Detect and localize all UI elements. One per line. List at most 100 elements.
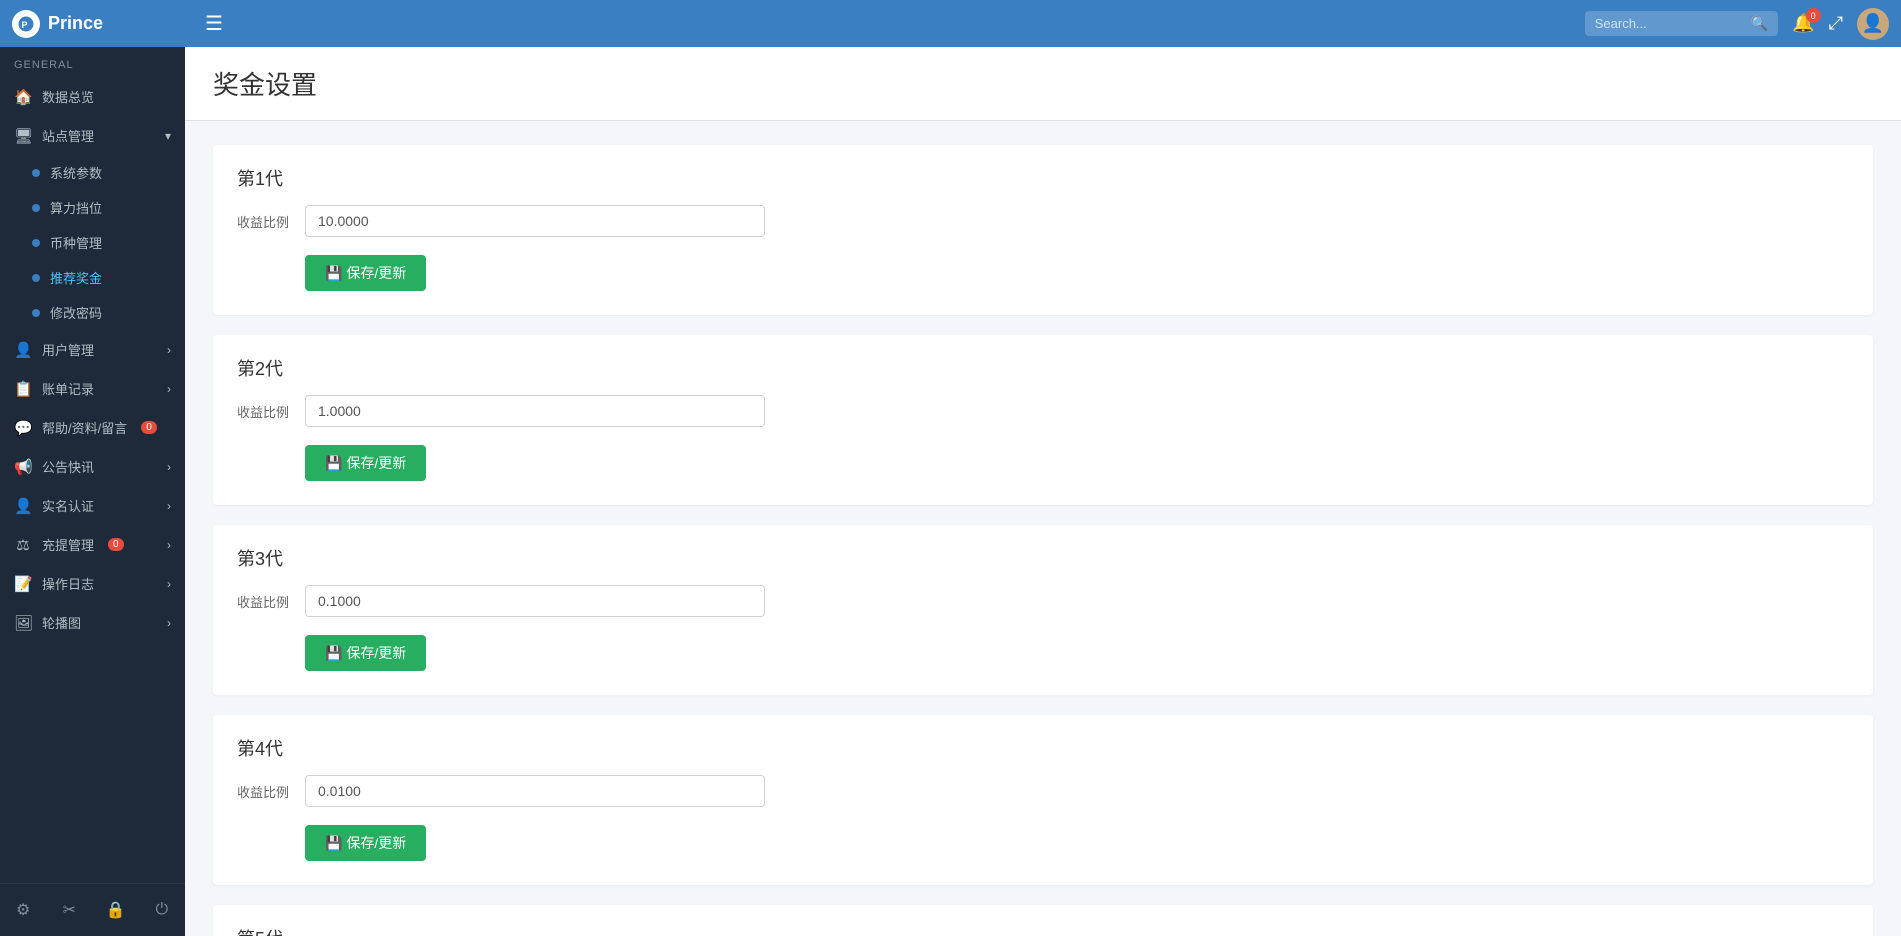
- sidebar-item-user-manage[interactable]: 👤 用户管理 ›: [0, 330, 185, 369]
- sidebar-item-overview-label: 数据总览: [42, 87, 94, 106]
- page-header: 奖金设置: [185, 47, 1901, 121]
- gen2-title: 第2代: [237, 355, 1849, 381]
- chevron-right-icon: ›: [167, 616, 171, 630]
- gen3-ratio-input[interactable]: [305, 585, 765, 617]
- lock-button[interactable]: 🔒: [93, 892, 139, 928]
- avatar[interactable]: 👤: [1857, 8, 1889, 40]
- sidebar-item-change-pwd[interactable]: 修改密码: [28, 295, 185, 330]
- sidebar-item-announcement[interactable]: 📢 公告快讯 ›: [0, 447, 185, 486]
- chevron-right-icon: ›: [167, 382, 171, 396]
- sidebar-item-real-name[interactable]: 👤 实名认证 ›: [0, 486, 185, 525]
- main-content: 奖金设置 第1代 收益比例 💾 保存/更新 第2代 收益比例 💾 保存/更新: [185, 47, 1901, 936]
- sidebar-item-account-records-label: 账单记录: [42, 379, 94, 398]
- image-icon: 🖼: [14, 614, 32, 632]
- id-icon: 👤: [14, 497, 32, 515]
- bell-button[interactable]: 🔔 0: [1792, 13, 1814, 34]
- gen4-title: 第4代: [237, 735, 1849, 761]
- sidebar-item-hashrate[interactable]: 算力挡位: [28, 190, 185, 225]
- sidebar-item-sys-params[interactable]: 系统参数: [28, 155, 185, 190]
- gen5-title: 第5代: [237, 925, 1849, 936]
- gen3-save-button[interactable]: 💾 保存/更新: [305, 635, 426, 671]
- bell-badge: 0: [1806, 8, 1821, 23]
- gen1-ratio-label: 收益比例: [237, 212, 293, 231]
- sidebar-item-referral-bonus[interactable]: 推荐奖金: [28, 260, 185, 295]
- dot-icon: [32, 309, 40, 317]
- ledger-icon: 📋: [14, 380, 32, 398]
- sidebar-item-operation-log-label: 操作日志: [42, 574, 94, 593]
- sidebar-sub-site-manage: 系统参数 算力挡位 币种管理 推荐奖金 修改密码: [0, 155, 185, 330]
- sidebar-section-label: GENERAL: [0, 47, 185, 77]
- search-icon: 🔍: [1751, 15, 1768, 32]
- dot-icon: [32, 239, 40, 247]
- chevron-right-icon: ›: [167, 538, 171, 552]
- chevron-right-icon: ›: [167, 499, 171, 513]
- sidebar-item-currency-label: 币种管理: [50, 233, 102, 252]
- gen2-ratio-label: 收益比例: [237, 402, 293, 421]
- svg-text:P: P: [22, 19, 28, 29]
- gen4-ratio-label: 收益比例: [237, 782, 293, 801]
- sidebar-item-recharge[interactable]: ⚖ 充提管理 0 ›: [0, 525, 185, 564]
- gen4-ratio-input[interactable]: [305, 775, 765, 807]
- balance-icon: ⚖: [14, 536, 32, 554]
- gen2-form-row: 收益比例: [237, 395, 1849, 427]
- tools-button[interactable]: ✂: [46, 892, 92, 928]
- sidebar-item-overview[interactable]: 🏠 数据总览: [0, 77, 185, 116]
- chat-icon: 💬: [14, 419, 32, 437]
- fullscreen-button[interactable]: ⤢: [1829, 13, 1843, 34]
- chevron-right-icon: ›: [167, 343, 171, 357]
- chevron-down-icon: ▾: [165, 129, 171, 143]
- announce-icon: 📢: [14, 458, 32, 476]
- dot-icon: [32, 274, 40, 282]
- settings-button[interactable]: ⚙: [0, 892, 46, 928]
- sidebar-item-referral-bonus-label: 推荐奖金: [50, 268, 102, 287]
- chevron-right-icon: ›: [167, 460, 171, 474]
- gen2-ratio-input[interactable]: [305, 395, 765, 427]
- sidebar-bottom: ⚙ ✂ 🔒 ⏻: [0, 883, 185, 936]
- dot-icon: [32, 204, 40, 212]
- search-input[interactable]: [1595, 16, 1745, 31]
- gen3-ratio-label: 收益比例: [237, 592, 293, 611]
- monitor-icon: 🖥: [14, 127, 32, 145]
- home-icon: 🏠: [14, 88, 32, 106]
- sidebar-item-hashrate-label: 算力挡位: [50, 198, 102, 217]
- gen1-save-button[interactable]: 💾 保存/更新: [305, 255, 426, 291]
- gen2-save-button[interactable]: 💾 保存/更新: [305, 445, 426, 481]
- page-title: 奖金设置: [213, 65, 1873, 102]
- sidebar-item-help[interactable]: 💬 帮助/资料/留言 0: [0, 408, 185, 447]
- hamburger-button[interactable]: ☰: [197, 7, 231, 40]
- recharge-badge: 0: [108, 538, 124, 551]
- gen3-form-row: 收益比例: [237, 585, 1849, 617]
- layout: GENERAL 🏠 数据总览 🖥 站点管理 ▾ 系统参数 算力挡位 币种管理: [0, 47, 1901, 936]
- gen4-block: 第4代 收益比例 💾 保存/更新: [213, 715, 1873, 885]
- user-icon: 👤: [14, 341, 32, 359]
- sidebar-item-operation-log[interactable]: 📝 操作日志 ›: [0, 564, 185, 603]
- sidebar-item-carousel[interactable]: 🖼 轮播图 ›: [0, 603, 185, 642]
- gen1-block: 第1代 收益比例 💾 保存/更新: [213, 145, 1873, 315]
- chevron-right-icon: ›: [167, 577, 171, 591]
- gen1-title: 第1代: [237, 165, 1849, 191]
- gen4-save-button[interactable]: 💾 保存/更新: [305, 825, 426, 861]
- sidebar-item-announcement-label: 公告快讯: [42, 457, 94, 476]
- power-button[interactable]: ⏻: [139, 892, 185, 928]
- topnav-right: 🔍 🔔 0 ⤢ 👤: [1585, 8, 1889, 40]
- page-body: 第1代 收益比例 💾 保存/更新 第2代 收益比例 💾 保存/更新 第3代: [185, 121, 1901, 936]
- brand-icon: P: [12, 10, 40, 38]
- topnav: P Prince ☰ 🔍 🔔 0 ⤢ 👤: [0, 0, 1901, 47]
- gen1-ratio-input[interactable]: [305, 205, 765, 237]
- sidebar-item-site-manage-label: 站点管理: [42, 126, 94, 145]
- sidebar-item-site-manage[interactable]: 🖥 站点管理 ▾: [0, 116, 185, 155]
- log-icon: 📝: [14, 575, 32, 593]
- sidebar-item-recharge-label: 充提管理: [42, 535, 94, 554]
- sidebar-item-help-label: 帮助/资料/留言: [42, 418, 127, 437]
- sidebar-item-user-manage-label: 用户管理: [42, 340, 94, 359]
- gen3-block: 第3代 收益比例 💾 保存/更新: [213, 525, 1873, 695]
- sidebar-item-sys-params-label: 系统参数: [50, 163, 102, 182]
- dot-icon: [32, 169, 40, 177]
- sidebar-item-account-records[interactable]: 📋 账单记录 ›: [0, 369, 185, 408]
- sidebar-item-real-name-label: 实名认证: [42, 496, 94, 515]
- gen1-form-row: 收益比例: [237, 205, 1849, 237]
- sidebar-item-currency[interactable]: 币种管理: [28, 225, 185, 260]
- sidebar: GENERAL 🏠 数据总览 🖥 站点管理 ▾ 系统参数 算力挡位 币种管理: [0, 47, 185, 936]
- brand-name: Prince: [48, 13, 103, 34]
- gen4-form-row: 收益比例: [237, 775, 1849, 807]
